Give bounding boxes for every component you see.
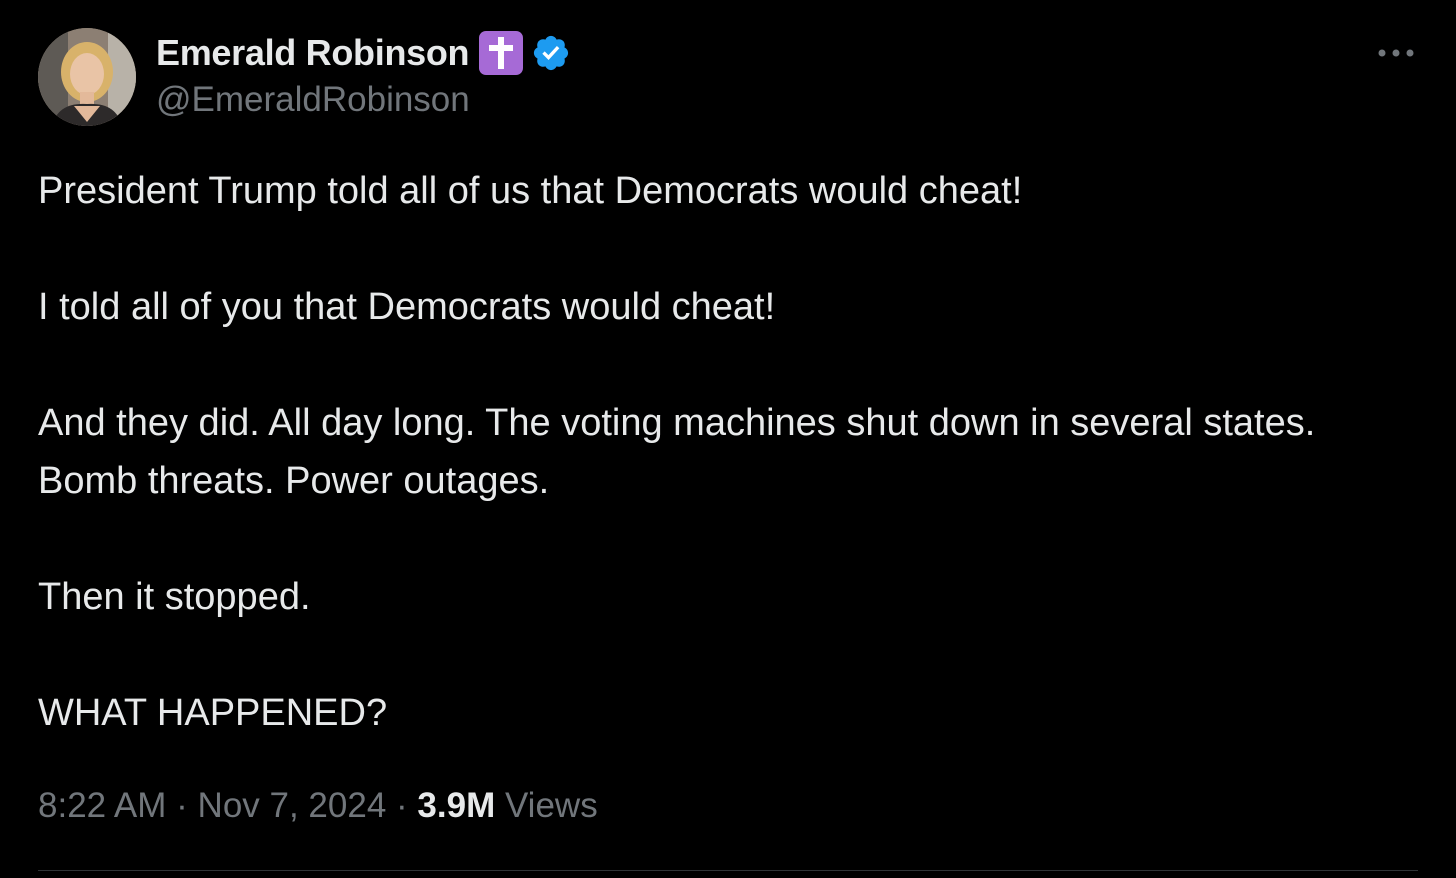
tweet-paragraph: And they did. All day long. The voting m…	[38, 402, 1316, 502]
divider	[38, 870, 1418, 871]
tweet-paragraph: President Trump told all of us that Demo…	[38, 170, 1023, 212]
views-label: Views	[504, 786, 598, 825]
author-handle[interactable]: @EmeraldRobinson	[156, 80, 470, 120]
avatar[interactable]	[38, 28, 136, 126]
tweet-text: President Trump told all of us that Demo…	[38, 162, 1418, 742]
tweet-card: Emerald Robinson @EmeraldRobinson Presid…	[0, 0, 1456, 878]
latin-cross-emoji	[479, 31, 524, 75]
tweet-paragraph: Then it stopped.	[38, 576, 311, 618]
views-count: 3.9M	[417, 786, 496, 825]
tweet-meta: 8:22 AM · Nov 7, 2024 · 3.9M Views	[38, 786, 598, 826]
tweet-paragraph: WHAT HAPPENED?	[38, 692, 388, 734]
tweet-time[interactable]: 8:22 AM	[38, 786, 166, 825]
meta-separator: ·	[176, 786, 198, 825]
display-name[interactable]: Emerald Robinson	[156, 32, 470, 74]
verified-badge-icon[interactable]	[531, 33, 571, 73]
avatar-photo	[38, 28, 136, 126]
author-name-row: Emerald Robinson	[156, 30, 571, 76]
tweet-date[interactable]: Nov 7, 2024	[198, 786, 387, 825]
meta-separator: ·	[396, 786, 418, 825]
more-horizontal-icon[interactable]	[1372, 36, 1420, 70]
tweet-paragraph: I told all of you that Democrats would c…	[38, 286, 776, 328]
